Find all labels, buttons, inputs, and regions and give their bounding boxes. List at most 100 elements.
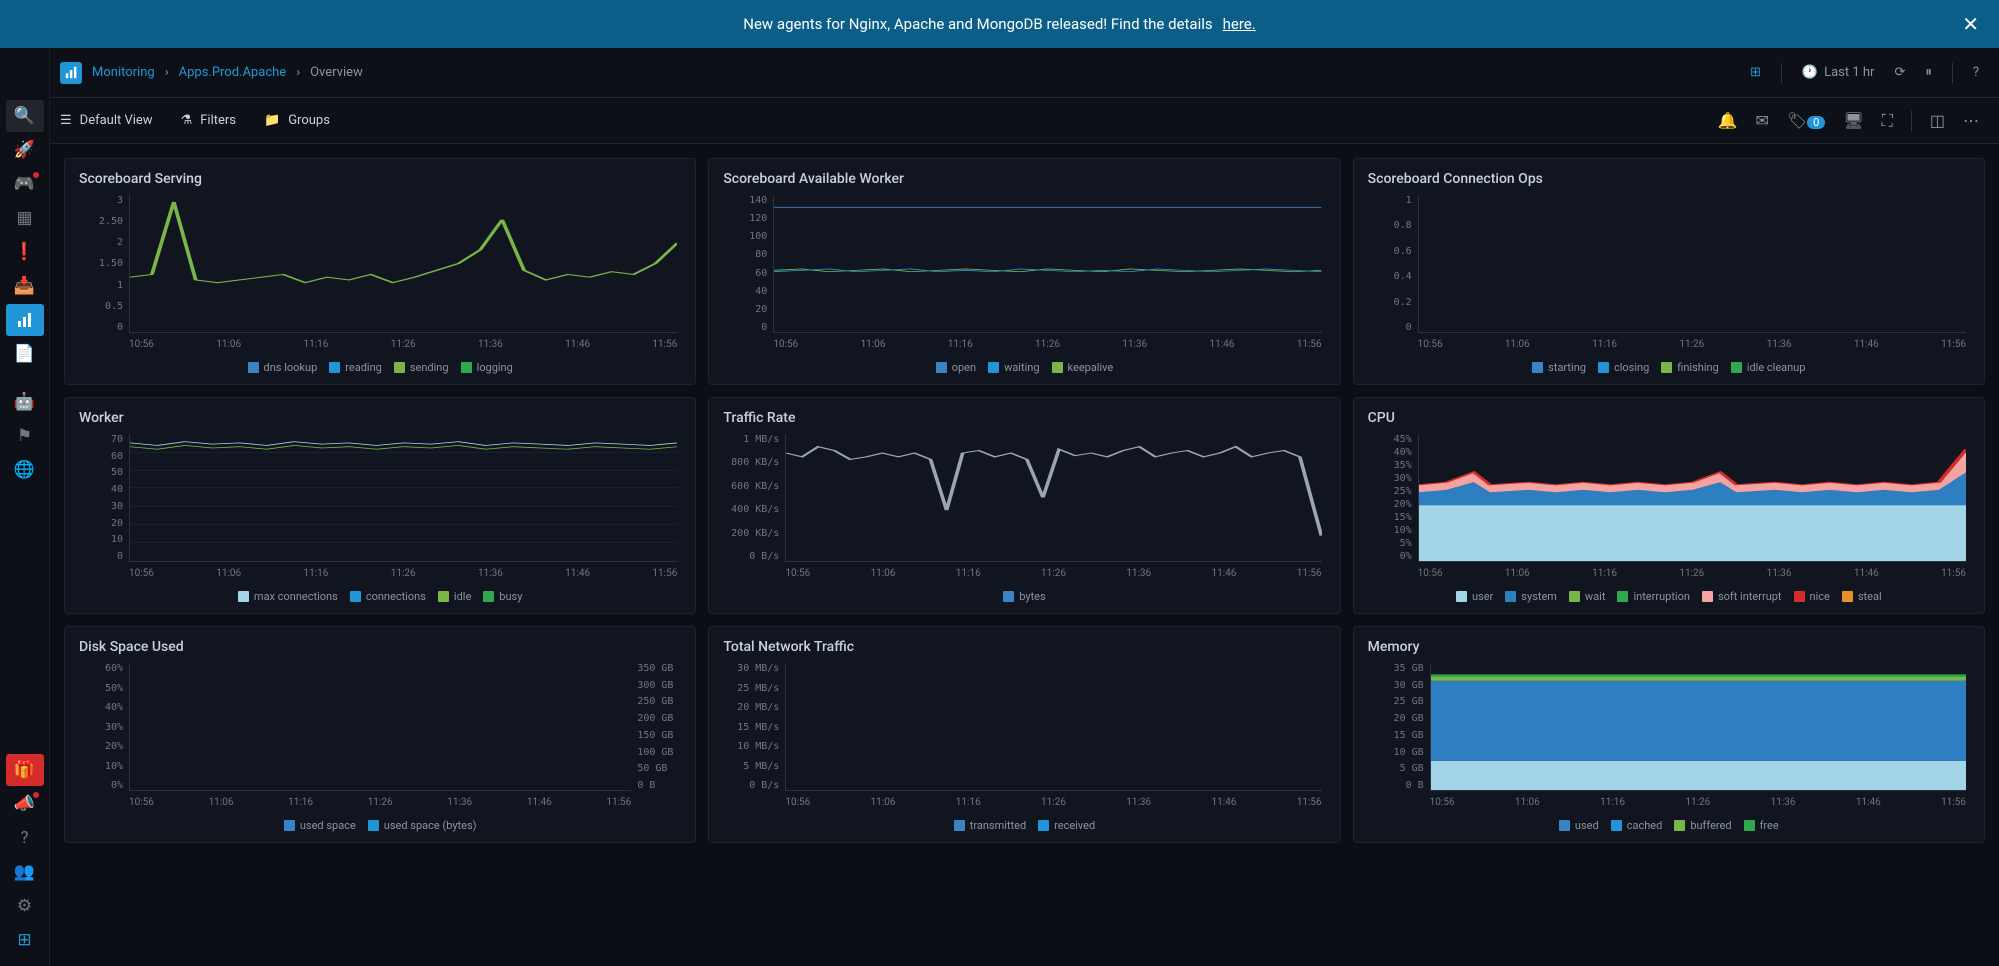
panel-worker[interactable]: Worker 706050403020100 10:5611:0611:1611… bbox=[64, 397, 696, 614]
plot-area bbox=[129, 434, 677, 562]
time-range-picker[interactable]: 🕐 Last 1 hr bbox=[1802, 65, 1875, 80]
announcement-banner: New agents for Nginx, Apache and MongoDB… bbox=[0, 0, 1999, 48]
list-icon: ☰ bbox=[60, 113, 72, 128]
panel-title: Total Network Traffic bbox=[723, 639, 1325, 655]
gift-icon[interactable]: 🎁 bbox=[6, 754, 44, 786]
default-view-label: Default View bbox=[80, 113, 153, 128]
panel-scoreboard-available[interactable]: Scoreboard Available Worker 140120100806… bbox=[708, 158, 1340, 385]
x-axis: 10:5611:0611:1611:2611:3611:4611:56 bbox=[129, 564, 677, 584]
grid-icon[interactable]: ▦ bbox=[6, 202, 44, 234]
panel-cpu[interactable]: CPU 45%40%35%30%25%20%15%10%5%0% 10:5611… bbox=[1353, 397, 1985, 614]
users-icon[interactable]: 👥 bbox=[6, 856, 44, 888]
panel-title: CPU bbox=[1368, 410, 1970, 426]
fullscreen-icon[interactable]: ⛶ bbox=[1882, 111, 1893, 131]
time-range-label: Last 1 hr bbox=[1824, 65, 1874, 80]
panel-memory[interactable]: Memory 35 GB30 GB25 GB20 GB15 GB10 GB5 G… bbox=[1353, 626, 1985, 843]
panels-icon[interactable]: ◫ bbox=[1930, 111, 1945, 130]
x-axis: 10:5611:0611:1611:2611:3611:4611:56 bbox=[773, 335, 1321, 355]
plot-area bbox=[1430, 663, 1966, 791]
legend: startingclosingfinishingidle cleanup bbox=[1368, 361, 1970, 374]
plot-area bbox=[785, 663, 1321, 791]
panel-title: Disk Space Used bbox=[79, 639, 681, 655]
robot-icon[interactable]: 🤖 bbox=[6, 386, 44, 418]
filter-icon: ⚗ bbox=[181, 113, 193, 128]
document-icon[interactable]: 📄 bbox=[6, 338, 44, 370]
filters-button[interactable]: ⚗ Filters bbox=[181, 113, 236, 128]
x-axis: 10:5611:0611:1611:2611:3611:4611:56 bbox=[785, 793, 1321, 813]
x-axis: 10:5611:0611:1611:2611:3611:4611:56 bbox=[1418, 564, 1966, 584]
plot-area bbox=[1418, 434, 1966, 562]
refresh-icon[interactable]: ⟳ bbox=[1894, 65, 1905, 80]
panel-title: Traffic Rate bbox=[723, 410, 1325, 426]
breadcrumb-root[interactable]: Monitoring bbox=[92, 65, 155, 80]
rocket-icon[interactable]: 🚀 bbox=[6, 134, 44, 166]
legend: used spaceused space (bytes) bbox=[79, 819, 681, 832]
toolbar: ☰ Default View ⚗ Filters 📁 Groups 🔔 ✉ 🏷0… bbox=[0, 98, 1999, 144]
mail-icon[interactable]: ✉ bbox=[1755, 111, 1768, 130]
legend: dns lookupreadingsendinglogging bbox=[79, 361, 681, 374]
panel-scoreboard-serving[interactable]: Scoreboard Serving 32.5021.5010.50 10:56… bbox=[64, 158, 696, 385]
legend: bytes bbox=[723, 590, 1325, 603]
tag-icon[interactable]: 🏷0 bbox=[1787, 111, 1826, 131]
chevron-right-icon: › bbox=[165, 65, 169, 80]
legend: usedcachedbufferedfree bbox=[1368, 819, 1970, 832]
pause-icon[interactable]: ⏸ bbox=[1925, 65, 1932, 80]
plot-area bbox=[1418, 195, 1966, 333]
legend: max connectionsconnectionsidlebusy bbox=[79, 590, 681, 603]
banner-text: New agents for Nginx, Apache and MongoDB… bbox=[743, 15, 1212, 33]
legend: openwaitingkeepalive bbox=[723, 361, 1325, 374]
x-axis: 10:5611:0611:1611:2611:3611:4611:56 bbox=[129, 335, 677, 355]
x-axis: 10:5611:0611:1611:2611:3611:4611:56 bbox=[129, 793, 631, 813]
x-axis: 10:5611:0611:1611:2611:3611:4611:56 bbox=[1430, 793, 1966, 813]
panel-title: Scoreboard Connection Ops bbox=[1368, 171, 1970, 187]
chart-icon[interactable] bbox=[6, 304, 44, 336]
apps-icon[interactable]: ⊞ bbox=[6, 924, 44, 956]
monitor-icon[interactable]: 🖥 bbox=[1843, 111, 1863, 130]
y-axis: 10.80.60.40.20 bbox=[1368, 195, 1418, 333]
flag-icon[interactable]: ⚑ bbox=[6, 420, 44, 452]
default-view-button[interactable]: ☰ Default View bbox=[60, 113, 153, 128]
breadcrumb-chart-icon bbox=[60, 62, 82, 84]
panel-title: Scoreboard Serving bbox=[79, 171, 681, 187]
groups-button[interactable]: 📁 Groups bbox=[264, 113, 330, 128]
clock-icon: 🕐 bbox=[1802, 65, 1818, 80]
alert-icon[interactable]: ❗ bbox=[6, 236, 44, 268]
y-axis: 32.5021.5010.50 bbox=[79, 195, 129, 333]
y-axis: 140120100806040200 bbox=[723, 195, 773, 333]
panel-traffic-rate[interactable]: Traffic Rate 1 MB/s800 KB/s600 KB/s400 K… bbox=[708, 397, 1340, 614]
top-bar: Monitoring › Apps.Prod.Apache › Overview… bbox=[0, 48, 1999, 98]
badge-count: 0 bbox=[1807, 116, 1825, 129]
y-axis: 45%40%35%30%25%20%15%10%5%0% bbox=[1368, 434, 1418, 562]
close-icon[interactable]: ✕ bbox=[1962, 12, 1979, 36]
help-icon[interactable]: ? bbox=[6, 822, 44, 854]
banner-link[interactable]: here. bbox=[1223, 15, 1256, 33]
panel-title: Scoreboard Available Worker bbox=[723, 171, 1325, 187]
megaphone-icon[interactable]: 📣 bbox=[6, 788, 44, 820]
y-axis: 35 GB30 GB25 GB20 GB15 GB10 GB5 GB0 B bbox=[1368, 663, 1430, 791]
help-circle-icon[interactable]: ? bbox=[1973, 65, 1979, 80]
panel-disk-space[interactable]: Disk Space Used 60%50%40%30%20%10%0% 350… bbox=[64, 626, 696, 843]
layout-grid-icon[interactable]: ⊞ bbox=[1750, 65, 1761, 80]
y-axis: 706050403020100 bbox=[79, 434, 129, 562]
bell-icon[interactable]: 🔔 bbox=[1718, 111, 1738, 130]
breadcrumb-path[interactable]: Apps.Prod.Apache bbox=[179, 65, 287, 80]
more-icon[interactable]: ⋯ bbox=[1963, 111, 1979, 130]
panel-title: Memory bbox=[1368, 639, 1970, 655]
x-axis: 10:5611:0611:1611:2611:3611:4611:56 bbox=[785, 564, 1321, 584]
panel-network-traffic[interactable]: Total Network Traffic 30 MB/s25 MB/s20 M… bbox=[708, 626, 1340, 843]
panel-title: Worker bbox=[79, 410, 681, 426]
left-sidebar: 🔍 🚀 🎮 ▦ ❗ 📥 📄 🤖 ⚑ 🌐 🎁 📣 ? 👥 ⚙ ⊞ bbox=[0, 48, 50, 966]
plot-area bbox=[129, 195, 677, 333]
search-icon[interactable]: 🔍 bbox=[6, 100, 44, 132]
y-axis: 60%50%40%30%20%10%0% bbox=[79, 663, 129, 791]
y-axis: 1 MB/s800 KB/s600 KB/s400 KB/s200 KB/s0 … bbox=[723, 434, 785, 562]
dashboard-icon[interactable]: 🎮 bbox=[6, 168, 44, 200]
gear-icon[interactable]: ⚙ bbox=[6, 890, 44, 922]
dashboard-grid: Scoreboard Serving 32.5021.5010.50 10:56… bbox=[0, 144, 1999, 857]
plot-area bbox=[773, 195, 1321, 333]
panel-scoreboard-conn[interactable]: Scoreboard Connection Ops 10.80.60.40.20… bbox=[1353, 158, 1985, 385]
inbox-icon[interactable]: 📥 bbox=[6, 270, 44, 302]
globe-icon[interactable]: 🌐 bbox=[6, 454, 44, 486]
plot-area bbox=[129, 663, 631, 791]
breadcrumb: Monitoring › Apps.Prod.Apache › Overview bbox=[60, 62, 363, 84]
